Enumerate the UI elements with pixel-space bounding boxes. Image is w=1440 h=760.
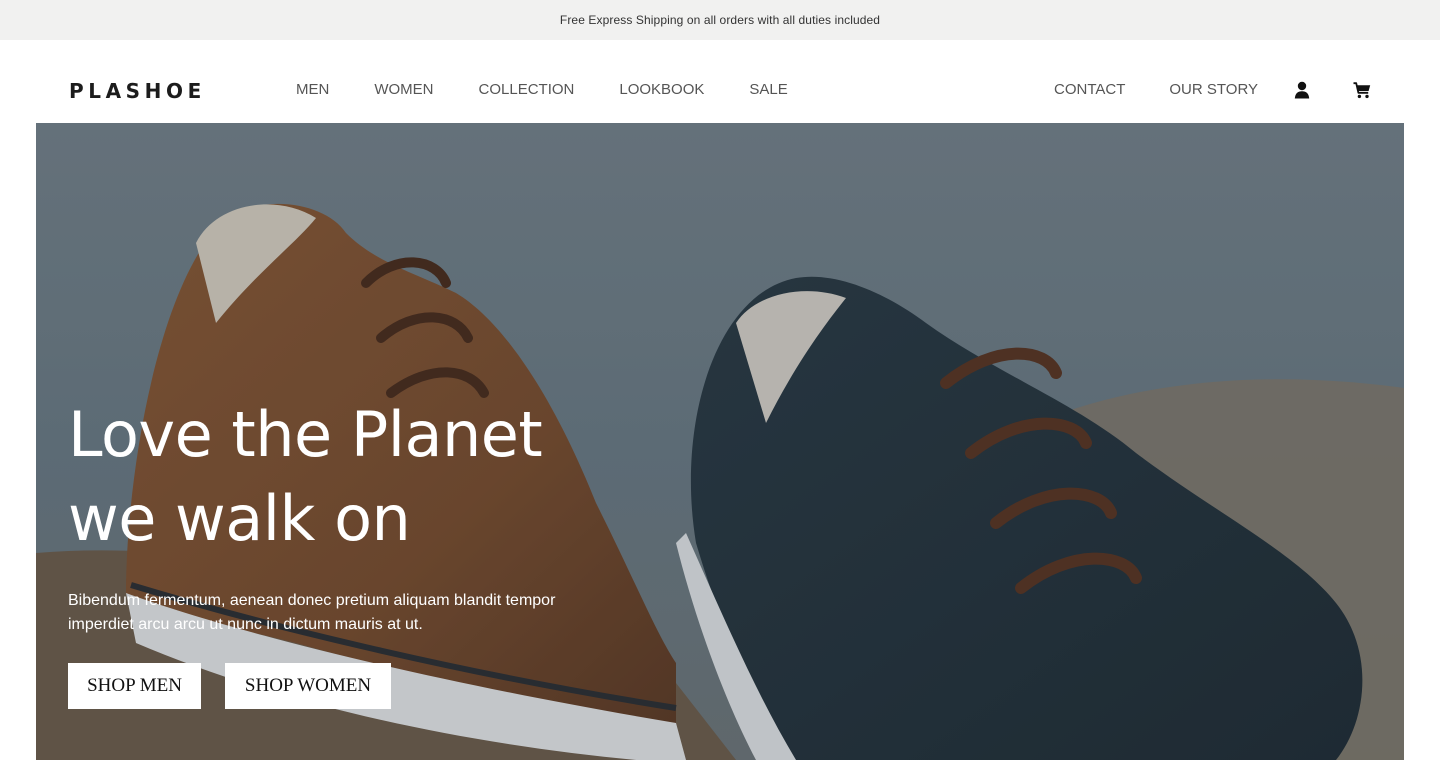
nav-link-collection[interactable]: COLLECTION	[479, 80, 575, 100]
nav-link-lookbook[interactable]: LOOKBOOK	[619, 80, 704, 100]
hero-banner: Love the Planet we walk on Bibendum ferm…	[36, 123, 1404, 760]
hero-title-line-2: we walk on	[68, 482, 411, 555]
nav-link-our-story[interactable]: OUR STORY	[1169, 80, 1258, 100]
cart-button[interactable]	[1352, 80, 1372, 100]
hero-buttons: SHOP MEN SHOP WOMEN	[68, 663, 391, 709]
hero-title-line-1: Love the Planet	[68, 398, 543, 471]
hero-title: Love the Planet we walk on	[68, 393, 628, 561]
nav-link-contact[interactable]: CONTACT	[1054, 80, 1125, 100]
site-header: PLASHOE MEN WOMEN COLLECTION LOOKBOOK SA…	[0, 40, 1440, 123]
nav-link-sale[interactable]: SALE	[749, 80, 787, 100]
user-icon	[1294, 81, 1310, 99]
nav-link-women[interactable]: WOMEN	[374, 80, 433, 100]
shop-women-button[interactable]: SHOP WOMEN	[225, 663, 391, 709]
account-button[interactable]	[1292, 80, 1312, 100]
secondary-nav: CONTACT OUR STORY	[1054, 80, 1302, 100]
primary-nav: MEN WOMEN COLLECTION LOOKBOOK SALE	[296, 80, 788, 100]
logo[interactable]: PLASHOE	[69, 79, 206, 103]
shop-men-button[interactable]: SHOP MEN	[68, 663, 201, 709]
cart-icon	[1353, 81, 1371, 98]
hero-content: Love the Planet we walk on Bibendum ferm…	[68, 393, 628, 637]
nav-link-men[interactable]: MEN	[296, 80, 329, 100]
announcement-bar: Free Express Shipping on all orders with…	[0, 0, 1440, 40]
hero-description: Bibendum fermentum, aenean donec pretium…	[68, 592, 556, 633]
announcement-text: Free Express Shipping on all orders with…	[559, 13, 881, 27]
